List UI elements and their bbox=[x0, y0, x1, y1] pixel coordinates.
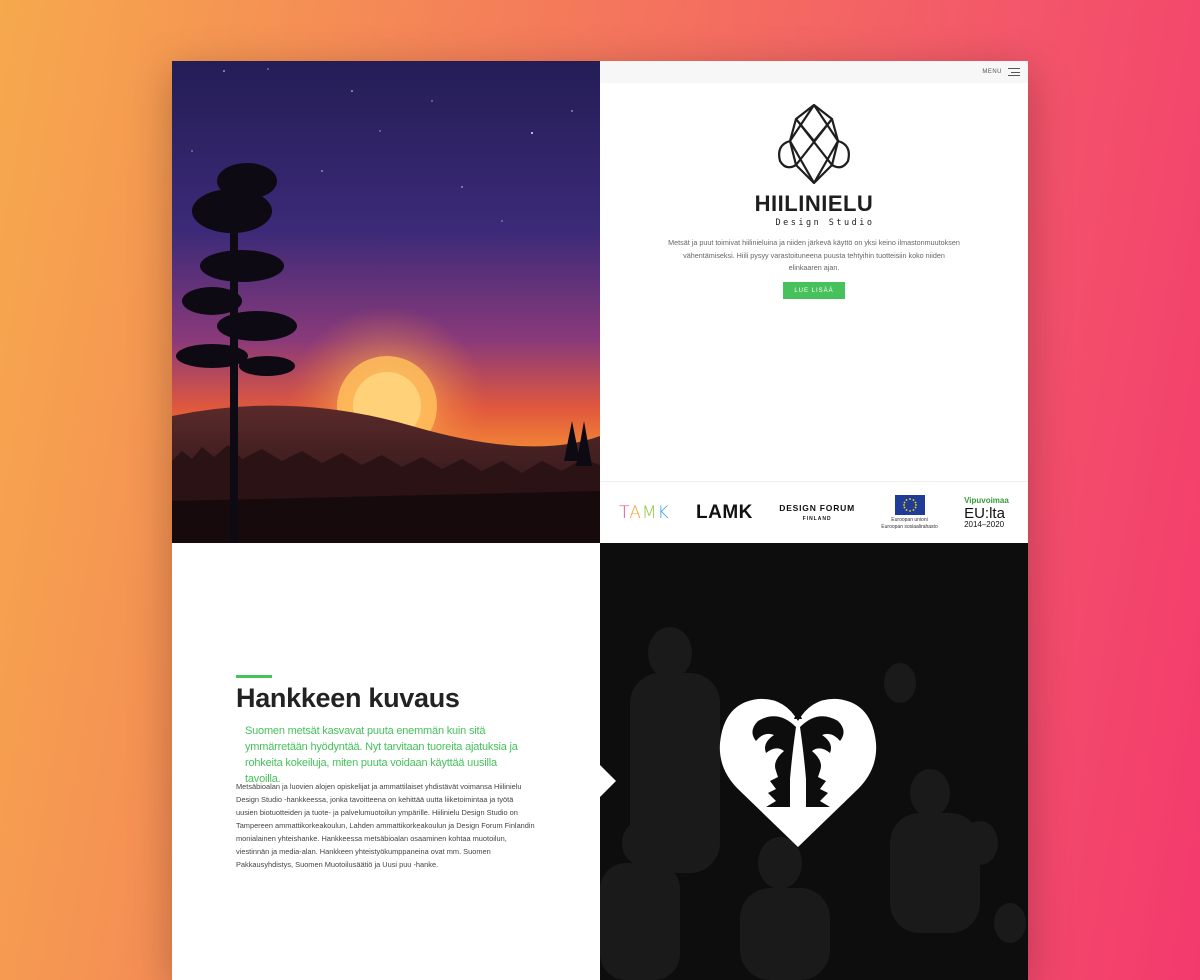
read-more-button[interactable]: LUE LISÄÄ bbox=[783, 282, 845, 299]
menu-label[interactable]: MENU bbox=[982, 69, 1002, 75]
sunset-illustration bbox=[172, 61, 600, 543]
section-heading: Hankkeen kuvaus bbox=[236, 683, 460, 713]
vipuvoimaa-logo[interactable]: Vipuvoimaa EU:lta 2014–2020 bbox=[964, 496, 1009, 529]
lamk-logo[interactable]: LAMK bbox=[696, 502, 753, 524]
dark-photo-panel bbox=[600, 543, 1028, 980]
pinecone-icon bbox=[778, 103, 850, 185]
partner-logos: TAMK LAMK DESIGN FORUM FINLAND Euroopan … bbox=[600, 481, 1028, 543]
brand-subtitle: Design Studio bbox=[775, 218, 875, 228]
eu-logo[interactable]: Euroopan unioni Euroopan sosiaalirahasto bbox=[881, 494, 938, 531]
tamk-logo[interactable]: TAMK bbox=[619, 503, 670, 523]
lede-text: Suomen metsät kasvavat puuta enemmän kui… bbox=[245, 725, 518, 785]
hamburger-icon[interactable] bbox=[1008, 68, 1020, 76]
eu-flag-icon bbox=[894, 494, 925, 515]
design-forum-logo[interactable]: DESIGN FORUM FINLAND bbox=[779, 503, 855, 522]
intro-text: Metsät ja puut toimivat hiilinieluina ja… bbox=[668, 238, 960, 272]
brand-title: HIILINIELU bbox=[754, 191, 874, 216]
logo: HIILINIELU Design Studio bbox=[600, 101, 1028, 228]
accent-line bbox=[236, 675, 272, 678]
body-text: Metsäbioalan ja luovien alojen opiskelij… bbox=[236, 782, 535, 869]
section-notch bbox=[600, 765, 616, 797]
heart-trees-icon bbox=[719, 698, 877, 847]
page: MENU HIILINIELU Design Studio Metsät ja … bbox=[172, 61, 1028, 980]
project-description: Hankkeen kuvaus Suomen metsät kasvavat p… bbox=[172, 543, 600, 980]
top-bar: MENU bbox=[600, 61, 1028, 83]
hero-section: MENU HIILINIELU Design Studio Metsät ja … bbox=[600, 61, 1028, 543]
